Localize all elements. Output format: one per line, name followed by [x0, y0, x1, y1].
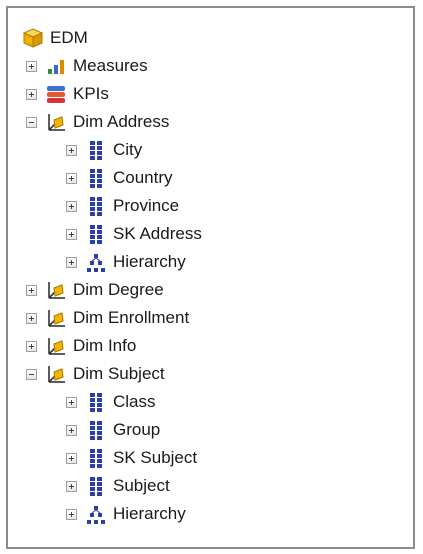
kpi-stack-icon — [45, 83, 67, 105]
dimension-icon — [45, 279, 67, 301]
tree-node-label: KPIs — [73, 84, 109, 103]
tree-node-edm[interactable]: EDM — [22, 24, 88, 52]
tree-node-label: SK Subject — [113, 448, 198, 467]
cube-browser-panel: EDM Measures KPIs Dim Address City Count… — [6, 6, 415, 549]
tree-node-label: City — [113, 140, 143, 159]
attribute-icon — [85, 419, 107, 441]
tree-node-dim-subject[interactable]: Dim Subject — [26, 360, 165, 388]
tree-node-city[interactable]: City — [66, 136, 142, 164]
collapse-minus-icon[interactable] — [26, 368, 37, 380]
attribute-icon — [85, 475, 107, 497]
attribute-icon — [85, 447, 107, 469]
attribute-icon — [85, 391, 107, 413]
expand-plus-icon[interactable] — [26, 88, 37, 100]
expand-plus-icon[interactable] — [66, 256, 77, 268]
dimension-icon — [45, 111, 67, 133]
tree-node-dim-address[interactable]: Dim Address — [26, 108, 169, 136]
expand-plus-icon[interactable] — [66, 508, 77, 520]
tree-node-label: Dim Info — [73, 336, 137, 355]
attribute-icon — [85, 223, 107, 245]
expand-plus-icon[interactable] — [66, 480, 77, 492]
tree-node-label: Hierarchy — [113, 504, 186, 523]
tree-node-label: Dim Address — [73, 112, 170, 131]
expand-plus-icon[interactable] — [66, 396, 77, 408]
hierarchy-icon — [85, 503, 107, 525]
expand-plus-icon[interactable] — [66, 200, 77, 212]
dimension-icon — [45, 363, 67, 385]
tree-node-label: EDM — [50, 28, 88, 47]
expand-plus-icon[interactable] — [66, 228, 77, 240]
dimension-icon — [45, 335, 67, 357]
expand-plus-icon[interactable] — [26, 60, 37, 72]
tree-view: EDM Measures KPIs Dim Address City Count… — [8, 8, 413, 547]
attribute-icon — [85, 139, 107, 161]
tree-node-dim-info[interactable]: Dim Info — [26, 332, 136, 360]
expand-plus-icon[interactable] — [66, 452, 77, 464]
tree-node-label: Measures — [73, 56, 148, 75]
tree-node-label: Dim Subject — [73, 364, 165, 383]
dimension-icon — [45, 307, 67, 329]
attribute-icon — [85, 195, 107, 217]
attribute-icon — [85, 167, 107, 189]
cube-icon — [22, 27, 44, 49]
expand-plus-icon[interactable] — [26, 284, 37, 296]
tree-node-label: Class — [113, 392, 156, 411]
hierarchy-icon — [85, 251, 107, 273]
expand-plus-icon[interactable] — [26, 312, 37, 324]
expand-plus-icon[interactable] — [66, 424, 77, 436]
tree-node-label: Hierarchy — [113, 252, 186, 271]
collapse-minus-icon[interactable] — [26, 116, 37, 128]
tree-node-label: Dim Enrollment — [73, 308, 190, 327]
tree-node-label: Country — [113, 168, 173, 187]
tree-node-province[interactable]: Province — [66, 192, 179, 220]
tree-node-country[interactable]: Country — [66, 164, 173, 192]
tree-node-measures[interactable]: Measures — [26, 52, 148, 80]
tree-node-label: Province — [113, 196, 180, 215]
expand-plus-icon[interactable] — [66, 144, 77, 156]
tree-node-label: Group — [113, 420, 161, 439]
tree-node-group[interactable]: Group — [66, 416, 160, 444]
expand-plus-icon[interactable] — [26, 340, 37, 352]
tree-node-sk-address[interactable]: SK Address — [66, 220, 202, 248]
tree-node-class[interactable]: Class — [66, 388, 156, 416]
tree-node-kpis[interactable]: KPIs — [26, 80, 109, 108]
tree-node-hierarchy-subject[interactable]: Hierarchy — [66, 500, 186, 528]
tree-node-hierarchy-address[interactable]: Hierarchy — [66, 248, 186, 276]
tree-node-label: Subject — [113, 476, 170, 495]
tree-node-label: SK Address — [113, 224, 202, 243]
measures-bar-icon — [45, 55, 67, 77]
expand-plus-icon[interactable] — [66, 172, 77, 184]
tree-node-dim-degree[interactable]: Dim Degree — [26, 276, 164, 304]
tree-node-sk-subject[interactable]: SK Subject — [66, 444, 197, 472]
tree-node-dim-enrollment[interactable]: Dim Enrollment — [26, 304, 189, 332]
tree-node-label: Dim Degree — [73, 280, 164, 299]
tree-node-subject[interactable]: Subject — [66, 472, 170, 500]
